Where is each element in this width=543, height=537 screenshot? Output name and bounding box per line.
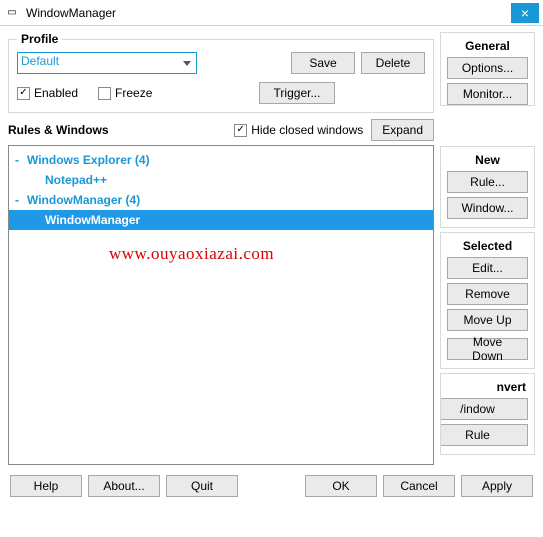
collapse-icon[interactable]: - [15,193,19,207]
convert-group: nvert /indow Rule [440,373,535,455]
quit-button[interactable]: Quit [166,475,238,497]
delete-button[interactable]: Delete [361,52,425,74]
freeze-label: Freeze [115,86,152,100]
help-button[interactable]: Help [10,475,82,497]
cancel-button[interactable]: Cancel [383,475,455,497]
convert-window-button[interactable]: /indow [440,398,528,420]
checkbox-icon [234,124,247,137]
tree-item-notepadpp[interactable]: Notepad++ [9,170,433,190]
close-button[interactable]: × [511,3,539,23]
checkbox-icon [17,87,30,100]
tree-item-windowmanager-group[interactable]: - WindowManager (4) [9,190,433,210]
enabled-label: Enabled [34,86,78,100]
apply-button[interactable]: Apply [461,475,533,497]
new-rule-button[interactable]: Rule... [447,171,528,193]
tree-item-label: WindowManager [45,213,140,227]
selected-legend: Selected [447,239,528,253]
checkbox-icon [98,87,111,100]
bottom-bar: Help About... Quit OK Cancel Apply [0,471,543,507]
freeze-checkbox[interactable]: Freeze [98,86,152,100]
about-button[interactable]: About... [88,475,160,497]
trigger-button[interactable]: Trigger... [259,82,335,104]
expand-button[interactable]: Expand [371,119,434,141]
options-button[interactable]: Options... [447,57,528,79]
tree-item-label: Windows Explorer (4) [27,153,150,167]
tree-item-windowmanager[interactable]: WindowManager [9,210,433,230]
monitor-button[interactable]: Monitor... [447,83,528,105]
convert-rule-button[interactable]: Rule [440,424,528,446]
new-group: New Rule... Window... [440,146,535,228]
profile-group: Profile Default Save Delete Enabled Free… [8,32,434,113]
collapse-icon[interactable]: - [15,153,19,167]
ok-button[interactable]: OK [305,475,377,497]
rules-title: Rules & Windows [8,123,226,137]
new-window-button[interactable]: Window... [447,197,528,219]
moveup-button[interactable]: Move Up [447,309,528,331]
titlebar: ▭ WindowManager × [0,0,543,26]
profile-select-value: Default [21,54,59,68]
tree-item-windows-explorer[interactable]: - Windows Explorer (4) [9,150,433,170]
edit-button[interactable]: Edit... [447,257,528,279]
convert-legend: nvert [447,380,528,394]
profile-legend: Profile [17,32,62,46]
general-legend: General [447,39,528,53]
movedown-button[interactable]: Move Down [447,338,528,360]
enabled-checkbox[interactable]: Enabled [17,86,78,100]
general-group: General Options... Monitor... [440,32,535,106]
remove-button[interactable]: Remove [447,283,528,305]
save-button[interactable]: Save [291,52,355,74]
tree-item-label: WindowManager (4) [27,193,140,207]
rules-tree[interactable]: - Windows Explorer (4) Notepad++ - Windo… [8,145,434,465]
window-title: WindowManager [26,6,511,20]
app-icon: ▭ [4,5,20,21]
selected-group: Selected Edit... Remove Move Up Move Dow… [440,232,535,369]
profile-select[interactable]: Default [17,52,197,74]
new-legend: New [447,153,528,167]
hide-closed-label: Hide closed windows [251,123,363,137]
watermark-text: www.ouyaoxiazai.com [109,244,274,264]
tree-item-label: Notepad++ [45,173,107,187]
hide-closed-checkbox[interactable]: Hide closed windows [234,123,363,137]
